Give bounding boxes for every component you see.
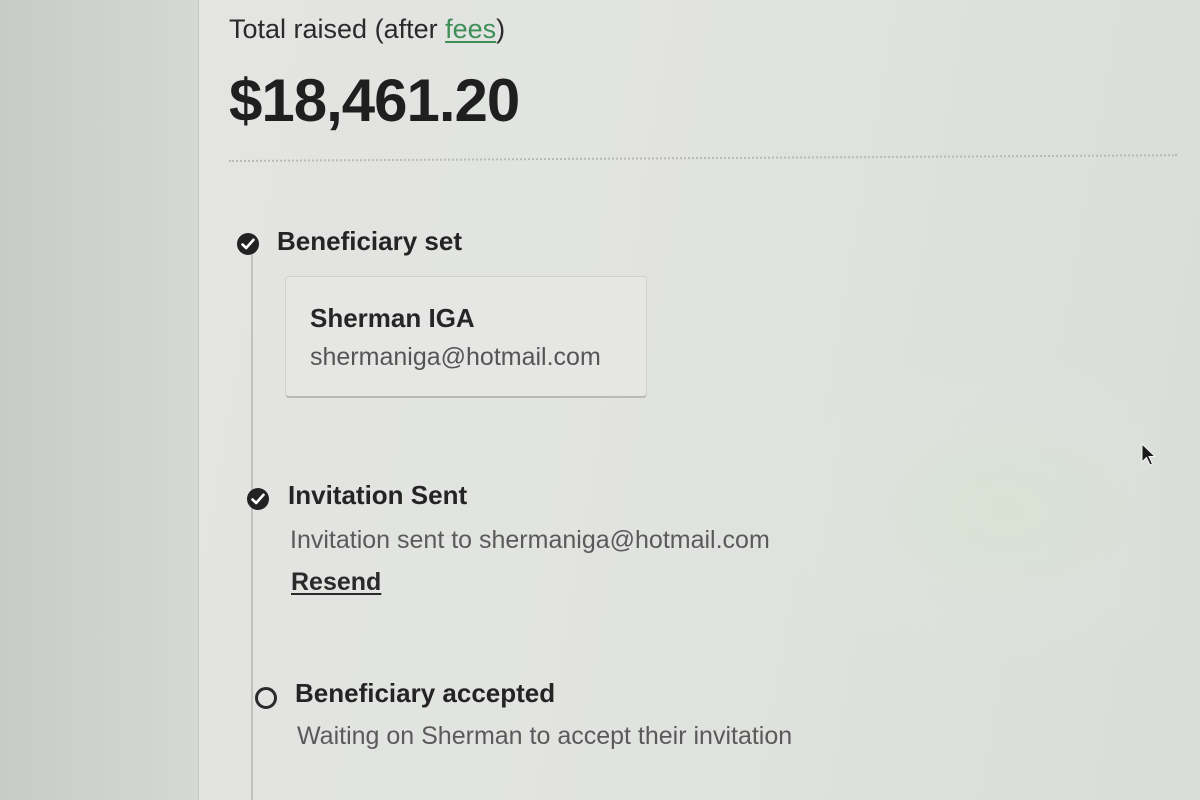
divider [228, 154, 1177, 162]
beneficiary-email: shermaniga@hotmail.com [310, 343, 601, 371]
empty-circle-icon [255, 687, 277, 709]
check-circle-icon [247, 488, 269, 510]
beneficiary-card: Sherman IGA shermaniga@hotmail.com [285, 276, 647, 398]
total-raised-label-text: Total raised (after [229, 14, 446, 44]
beneficiary-name: Sherman IGA [310, 303, 475, 333]
total-raised-amount: $18,461.20 [229, 67, 520, 134]
step-beneficiary-set-title: Beneficiary set [277, 226, 462, 256]
invitation-sent-description: Invitation sent to shermaniga@hotmail.co… [290, 526, 770, 554]
fundraiser-panel: Total raised (after fees) $18,461.20 Ben… [198, 0, 1200, 800]
fees-link[interactable]: fees [445, 14, 496, 44]
timeline-line [251, 255, 253, 800]
total-raised-label: Total raised (after fees) [229, 14, 505, 45]
beneficiary-accepted-description: Waiting on Sherman to accept their invit… [297, 722, 793, 750]
check-circle-icon [237, 233, 259, 255]
resend-invitation-link[interactable]: Resend [291, 568, 381, 597]
step-invitation-sent-title: Invitation Sent [288, 480, 468, 510]
left-gutter [0, 0, 198, 800]
step-beneficiary-accepted-title: Beneficiary accepted [295, 678, 556, 708]
mouse-cursor-icon [1141, 442, 1157, 466]
total-raised-label-close: ) [496, 14, 506, 44]
